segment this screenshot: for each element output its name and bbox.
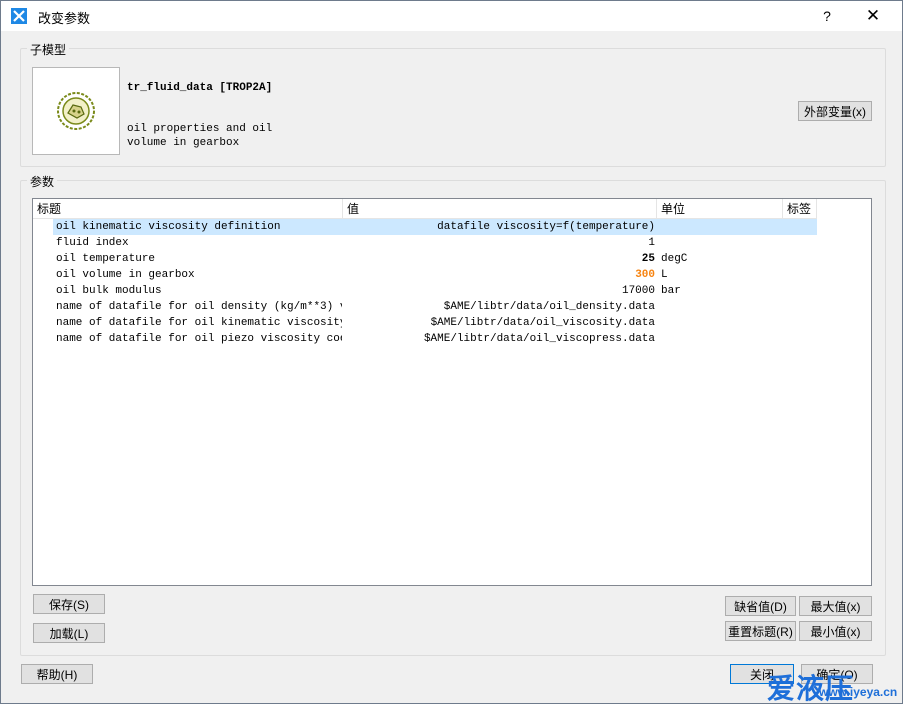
app-x-icon bbox=[11, 8, 27, 24]
table-row[interactable]: name of datafile for oil density (kg/m**… bbox=[53, 299, 817, 315]
close-window-button[interactable]: ✕ bbox=[859, 5, 887, 27]
default-value-button[interactable]: 缺省值(D) bbox=[725, 596, 796, 616]
oil-gearbox-icon bbox=[55, 90, 97, 135]
param-value[interactable]: $AME/libtr/data/oil_viscosity.data bbox=[343, 315, 655, 331]
load-button[interactable]: 加载(L) bbox=[33, 623, 105, 643]
table-row[interactable]: oil kinematic viscosity definition dataf… bbox=[53, 219, 817, 235]
param-unit: degC bbox=[661, 253, 688, 265]
reset-title-button[interactable]: 重置标题(R) bbox=[725, 621, 796, 641]
submodel-name: tr_fluid_data [TROP2A] bbox=[127, 82, 273, 94]
column-header-tag[interactable]: 标签 bbox=[783, 199, 817, 219]
column-header-value[interactable]: 值 bbox=[343, 199, 657, 219]
table-row[interactable]: name of datafile for oil kinematic visco… bbox=[53, 315, 817, 331]
external-variables-button[interactable]: 外部变量(x) bbox=[798, 101, 872, 121]
param-title: oil kinematic viscosity definition bbox=[56, 221, 281, 233]
param-value[interactable]: 300 bbox=[343, 267, 655, 283]
save-button[interactable]: 保存(S) bbox=[33, 594, 105, 614]
param-title: oil temperature bbox=[56, 253, 156, 265]
submodel-description: oil properties and oil volume in gearbox bbox=[127, 122, 297, 150]
watermark-url: www.iyeya.cn bbox=[819, 685, 898, 699]
window-title: 改变参数 bbox=[38, 11, 91, 26]
table-header: 标题 值 单位 标签 bbox=[33, 199, 817, 219]
submodel-description-line: volume in gearbox bbox=[127, 137, 240, 149]
param-value[interactable]: datafile viscosity=f(temperature) bbox=[343, 219, 655, 235]
param-value[interactable]: 17000 bbox=[343, 283, 655, 299]
param-value[interactable]: $AME/libtr/data/oil_viscopress.data bbox=[343, 331, 655, 347]
submodel-group-label: 子模型 bbox=[27, 41, 70, 58]
parameters-group-label: 参数 bbox=[27, 173, 58, 190]
table-row[interactable]: fluid index 1 bbox=[53, 235, 817, 251]
title-bar: 改变参数 ? ✕ bbox=[1, 1, 902, 31]
change-parameters-dialog: 改变参数 ? ✕ 子模型 tr_fluid_data [TROP2A] oil … bbox=[0, 0, 903, 705]
param-title: name of datafile for oil kinematic visco… bbox=[56, 317, 342, 329]
submodel-description-line: oil properties and oil bbox=[127, 123, 273, 135]
table-row[interactable]: name of datafile for oil piezo viscosity… bbox=[53, 331, 817, 347]
param-value[interactable]: 25 bbox=[343, 251, 655, 267]
table-row[interactable]: oil bulk modulus 17000 bar bbox=[53, 283, 817, 299]
param-title: fluid index bbox=[56, 237, 129, 249]
param-title: oil bulk modulus bbox=[56, 285, 162, 297]
param-value[interactable]: 1 bbox=[343, 235, 655, 251]
watermark-logo: 爱液压 www.iyeya.cn bbox=[767, 667, 898, 705]
parameters-table: 标题 值 单位 标签 oil kinematic viscosity defin… bbox=[32, 198, 872, 586]
table-row[interactable]: oil volume in gearbox 300 L bbox=[53, 267, 817, 283]
max-value-button[interactable]: 最大值(x) bbox=[799, 596, 872, 616]
param-title: name of datafile for oil density (kg/m**… bbox=[56, 301, 342, 313]
param-value[interactable]: $AME/libtr/data/oil_density.data bbox=[343, 299, 655, 315]
param-title: oil volume in gearbox bbox=[56, 269, 195, 281]
column-header-unit[interactable]: 单位 bbox=[657, 199, 783, 219]
submodel-thumbnail bbox=[32, 67, 120, 155]
table-row[interactable]: oil temperature 25 degC bbox=[53, 251, 817, 267]
column-header-title[interactable]: 标题 bbox=[33, 199, 343, 219]
help-button[interactable]: 帮助(H) bbox=[21, 664, 93, 684]
min-value-button[interactable]: 最小值(x) bbox=[799, 621, 872, 641]
param-unit: L bbox=[661, 269, 668, 281]
help-title-button[interactable]: ? bbox=[816, 5, 838, 27]
param-unit: bar bbox=[661, 285, 681, 297]
param-title: name of datafile for oil piezo viscosity… bbox=[56, 333, 342, 345]
